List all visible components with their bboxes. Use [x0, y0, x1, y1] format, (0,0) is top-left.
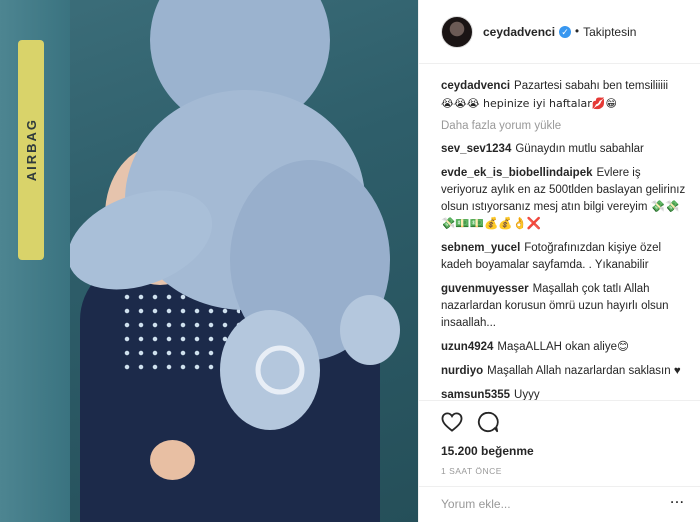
avatar[interactable]	[441, 15, 473, 48]
list-item: uzun4924 MaşaALLAH okan aliye😊	[441, 339, 689, 356]
add-comment-bar: Yorum ekle... ···	[419, 486, 700, 522]
comment-username[interactable]: sev_sev1234	[441, 143, 511, 155]
post-photo[interactable]: AIRBAG	[0, 0, 418, 522]
heart-icon[interactable]	[441, 412, 463, 432]
comment-username[interactable]: uzun4924	[441, 341, 493, 353]
action-icons	[441, 410, 700, 434]
comment-text: Maşallah Allah nazarlardan saklasın ♥	[487, 365, 681, 377]
comment-username[interactable]: nurdiyo	[441, 365, 483, 377]
verified-badge-icon: ✓	[559, 25, 572, 38]
list-item: samsun5355 Uyyy	[441, 387, 689, 400]
list-item: evde_ek_is_biobellindaipek Evlere iş veri…	[441, 165, 689, 233]
instagram-post: AIRBAG ceydadvenci ✓ • Takiptesin ceydad…	[0, 0, 700, 522]
airbag-text: AIRBAG	[23, 118, 39, 182]
baby-hand	[150, 440, 195, 480]
caption-text-line2: 😭😭😭 hepinize iyi haftalar💋😁	[441, 97, 617, 110]
list-item: nurdiyo Maşallah Allah nazarlardan saklas…	[441, 363, 689, 380]
post-actions: 15.200 beğenme 1 SAAT ÖNCE	[419, 400, 700, 476]
comment-text: MaşaALLAH okan aliye😊	[497, 341, 629, 353]
comments-list: ceydadvenci Pazartesi sabahı ben temsilii…	[441, 78, 689, 400]
comment-username[interactable]: guvenmuyesser	[441, 283, 529, 295]
timestamp: 1 SAAT ÖNCE	[441, 466, 502, 476]
header-username[interactable]: ceydadvenci	[483, 25, 555, 39]
follow-status-button[interactable]: Takiptesin	[583, 25, 636, 39]
list-item: sebnem_yucel Fotoğrafınızdan kişiye özel …	[441, 240, 689, 274]
comment-username[interactable]: evde_ek_is_biobellindaipek	[441, 167, 593, 179]
comment-text: Uyyy	[514, 389, 540, 400]
plush-toy-image	[70, 0, 400, 430]
post-sidebar: ceydadvenci ✓ • Takiptesin ceydadvenci Pa…	[418, 0, 700, 522]
comment-username[interactable]: sebnem_yucel	[441, 242, 520, 254]
list-item: guvenmuyesser Maşallah çok tatlı Allah na…	[441, 281, 689, 332]
comment-text: Günaydın mutlu sabahlar	[515, 143, 644, 155]
separator-dot: •	[575, 25, 580, 38]
comment-icon[interactable]	[477, 411, 499, 433]
comment-input[interactable]: Yorum ekle...	[441, 497, 511, 522]
caption-text: Pazartesi sabahı ben temsiliiiii	[514, 80, 669, 92]
caption-username[interactable]: ceydadvenci	[441, 80, 510, 92]
likes-count[interactable]: 15.200 beğenme	[441, 444, 700, 458]
list-item: sev_sev1234 Günaydın mutlu sabahlar	[441, 141, 689, 158]
caption: ceydadvenci Pazartesi sabahı ben temsilii…	[441, 78, 689, 113]
post-header: ceydadvenci ✓ • Takiptesin	[419, 0, 700, 64]
airbag-label: AIRBAG	[18, 40, 44, 260]
comment-username[interactable]: samsun5355	[441, 389, 510, 400]
more-options-icon[interactable]: ···	[671, 497, 686, 522]
load-more-comments-button[interactable]: Daha fazla yorum yükle	[441, 120, 689, 132]
